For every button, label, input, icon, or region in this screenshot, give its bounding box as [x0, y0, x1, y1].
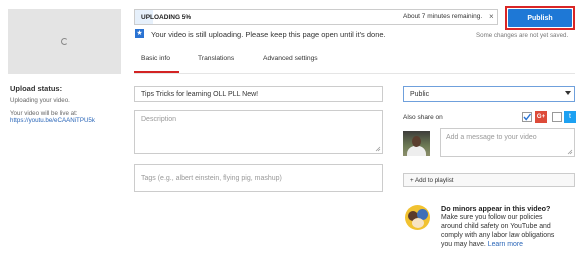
- twitter-icon[interactable]: t: [564, 111, 576, 123]
- description-placeholder: Description: [141, 116, 177, 123]
- resize-handle-icon[interactable]: [375, 146, 381, 152]
- children-icon: [405, 205, 430, 230]
- loading-spinner-icon: [61, 38, 68, 45]
- checkmark-icon: [523, 113, 532, 121]
- tab-translations[interactable]: Translations: [198, 55, 234, 62]
- avatar: [403, 131, 430, 156]
- close-icon[interactable]: ×: [489, 12, 494, 21]
- share-message-textarea[interactable]: Add a message to your video: [440, 128, 575, 157]
- chevron-down-icon: [565, 91, 571, 95]
- add-to-playlist-button[interactable]: + Add to playlist: [403, 173, 575, 187]
- google-plus-icon[interactable]: G+: [535, 111, 547, 123]
- resize-handle-icon[interactable]: [567, 149, 573, 155]
- tab-basic-info[interactable]: Basic info: [141, 55, 170, 62]
- minors-text-line: you may have.: [441, 241, 486, 248]
- title-value: Tips Tricks for learning OLL PLL New!: [141, 91, 259, 98]
- minors-title: Do minors appear in this video?: [441, 204, 551, 213]
- upload-status-title: Upload status:: [10, 84, 63, 93]
- time-remaining: About 7 minutes remaining.: [403, 13, 483, 20]
- share-checkbox[interactable]: [522, 112, 532, 122]
- tab-divider: [134, 73, 575, 74]
- minors-text-line: comply with any labor law obligations: [441, 232, 555, 239]
- description-textarea[interactable]: Description: [134, 110, 383, 154]
- share-message-placeholder: Add a message to your video: [446, 134, 537, 141]
- star-icon: ★: [135, 29, 144, 38]
- minors-text-line: Make sure you follow our policies: [441, 214, 543, 221]
- video-link[interactable]: https://youtu.be/eCAANiTPU5k: [10, 117, 95, 124]
- title-input[interactable]: Tips Tricks for learning OLL PLL New!: [134, 86, 383, 102]
- privacy-select[interactable]: Public: [403, 86, 575, 102]
- progress-label: UPLOADING 5%: [141, 14, 192, 21]
- twitter-checkbox[interactable]: [552, 112, 562, 122]
- upload-status-text: Uploading your video.: [10, 97, 70, 104]
- upload-message: Your video is still uploading. Please ke…: [151, 30, 386, 39]
- privacy-value: Public: [410, 91, 430, 98]
- learn-more-link[interactable]: Learn more: [488, 241, 523, 248]
- live-at-label: Your video will be live at:: [10, 110, 78, 117]
- minors-text-last: you may have. Learn more: [441, 241, 523, 248]
- also-share-label: Also share on: [403, 114, 443, 121]
- tags-input[interactable]: Tags (e.g., albert einstein, flying pig,…: [134, 164, 383, 192]
- minors-text-line: around child safety on YouTube and: [441, 223, 551, 230]
- tab-advanced-settings[interactable]: Advanced settings: [263, 55, 318, 62]
- unsaved-changes-note: Some changes are not yet saved.: [476, 32, 569, 39]
- publish-button[interactable]: Publish: [508, 9, 572, 27]
- tags-placeholder: Tags (e.g., albert einstein, flying pig,…: [141, 175, 282, 182]
